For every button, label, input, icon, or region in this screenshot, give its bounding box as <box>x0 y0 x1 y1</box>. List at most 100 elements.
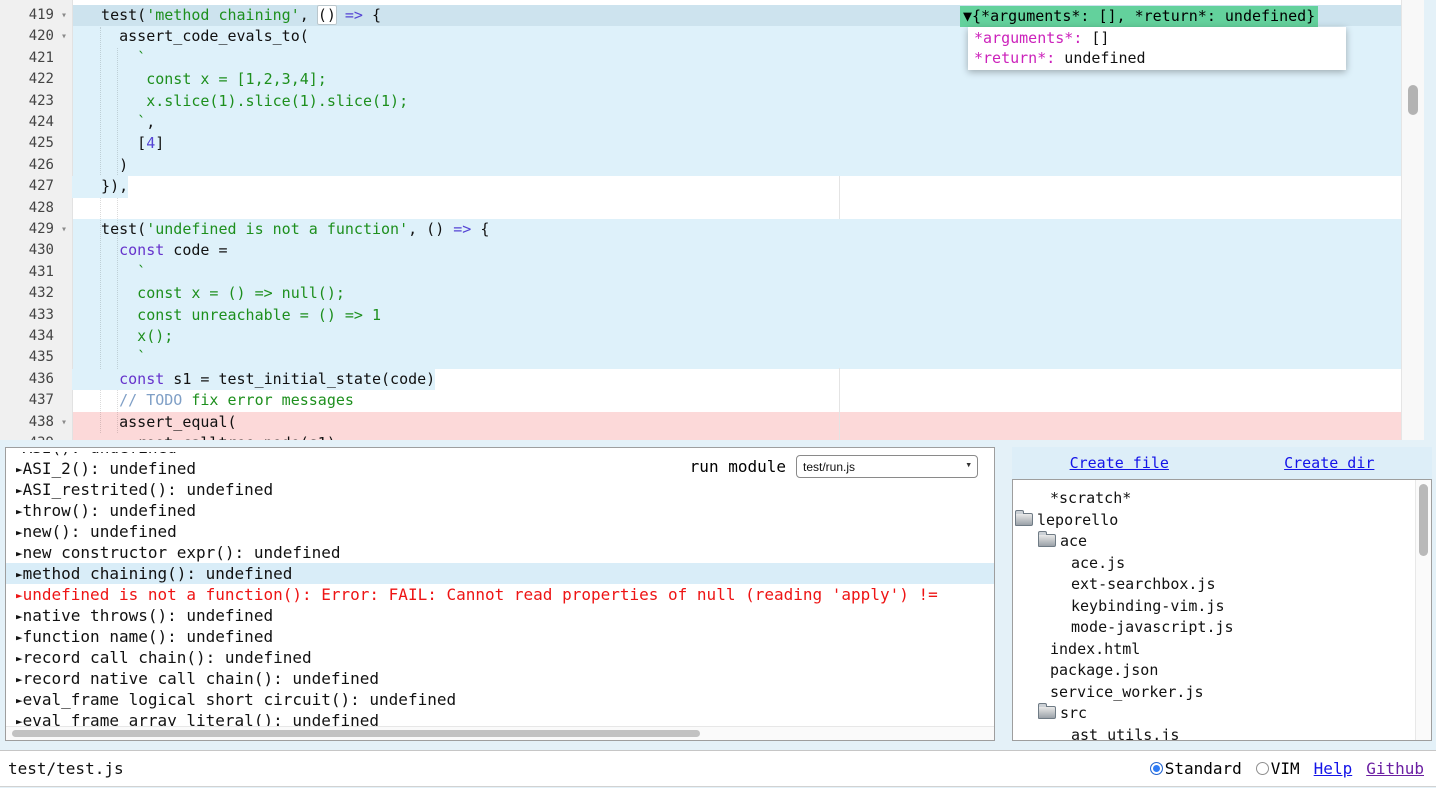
expand-arrow-icon[interactable]: ► <box>16 610 23 623</box>
code-line[interactable]: [4] <box>72 133 164 154</box>
code-line[interactable]: ` <box>72 347 146 368</box>
code-line[interactable]: assert_code_evals_to( <box>72 26 309 47</box>
code-line[interactable]: }), <box>72 176 128 197</box>
code-line[interactable]: test('method chaining', () => { <box>72 5 381 26</box>
expand-arrow-icon[interactable]: ► <box>16 547 23 560</box>
console-log-entry[interactable]: ►new constructor expr(): undefined <box>6 542 994 563</box>
console-hscrollbar[interactable] <box>6 726 994 740</box>
radio-standard-icon[interactable] <box>1150 762 1163 775</box>
code-token-plain: , () <box>408 220 453 238</box>
tree-folder-row[interactable]: src <box>1013 703 1415 725</box>
fold-toggle-icon[interactable]: ▾ <box>57 412 71 433</box>
code-token-plain: { <box>471 220 489 238</box>
console-log-entry[interactable]: ►eval_frame logical short circuit(): und… <box>6 689 994 710</box>
console-log-entry[interactable]: ►throw(): undefined <box>6 500 994 521</box>
github-link[interactable]: Github <box>1366 759 1424 778</box>
tree-item-label: package.json <box>1050 661 1158 679</box>
eval-result-summary[interactable]: ▼{*arguments*: [], *return*: undefined} <box>960 6 1318 27</box>
console-log-entry[interactable]: ►ASI_restrited(): undefined <box>6 479 994 500</box>
expand-arrow-icon[interactable]: ► <box>16 505 23 518</box>
tree-file-row[interactable]: ace.js <box>1013 553 1415 575</box>
code-token-plain: , <box>146 113 155 131</box>
code-line[interactable]: root_calltree_node(s1) <box>72 433 336 440</box>
run-module-select[interactable]: test/run.js <box>796 455 978 478</box>
console-log-entry[interactable]: ►undefined is not a function(): Error: F… <box>6 584 994 605</box>
line-number: 439 <box>0 433 54 440</box>
code-token-plain: ] <box>155 134 164 152</box>
code-line[interactable] <box>72 198 83 219</box>
tree-file-row[interactable]: service_worker.js <box>1013 682 1415 704</box>
line-number: 435 <box>0 347 54 368</box>
tree-item-label: ast_utils.js <box>1071 726 1179 742</box>
executed-range-highlight <box>72 326 1402 347</box>
code-line[interactable]: const x = () => null(); <box>72 283 345 304</box>
code-line[interactable]: const unreachable = () => 1 <box>72 305 381 326</box>
code-line[interactable]: ` <box>72 48 146 69</box>
console-output-panel[interactable]: ►ASI(): undefined►ASI_2(): undefined►ASI… <box>5 447 995 741</box>
tree-item-label: src <box>1060 704 1087 722</box>
console-log-text: new constructor expr(): undefined <box>23 543 341 562</box>
expand-arrow-icon[interactable]: ► <box>16 484 23 497</box>
console-hscrollbar-thumb[interactable] <box>12 730 700 737</box>
console-log-text: ASI_2(): undefined <box>23 459 196 478</box>
code-line[interactable]: // TODO fix error messages <box>72 390 354 411</box>
code-line[interactable]: test('undefined is not a function', () =… <box>72 219 489 240</box>
tree-file-row[interactable]: ext-searchbox.js <box>1013 574 1415 596</box>
tree-folder-row[interactable]: leporello <box>1013 510 1415 532</box>
expand-arrow-icon[interactable]: ► <box>16 526 23 539</box>
tree-file-row[interactable]: ast_utils.js <box>1013 725 1415 742</box>
expand-arrow-icon[interactable]: ► <box>16 589 23 602</box>
console-log-entry[interactable]: ►new(): undefined <box>6 521 994 542</box>
code-line[interactable]: const s1 = test_initial_state(code) <box>72 369 435 390</box>
code-line[interactable]: assert_equal( <box>72 412 237 433</box>
expand-arrow-icon[interactable]: ► <box>16 673 23 686</box>
help-link[interactable]: Help <box>1314 759 1353 778</box>
console-log-entry[interactable]: ►record call chain(): undefined <box>6 647 994 668</box>
expand-arrow-icon[interactable]: ► <box>16 463 23 476</box>
code-line[interactable]: const code = <box>72 240 228 261</box>
tree-folder-row[interactable]: ace <box>1013 531 1415 553</box>
editor-scrollbar-thumb[interactable] <box>1408 85 1418 115</box>
fold-toggle-icon[interactable]: ▾ <box>57 26 71 47</box>
eval-result-entry[interactable]: *arguments*: [] <box>974 28 1346 48</box>
file-tree-scrollbar-thumb[interactable] <box>1419 484 1428 556</box>
tree-file-row[interactable]: *scratch* <box>1013 488 1415 510</box>
eval-result-entry[interactable]: *return*: undefined <box>974 48 1346 68</box>
tree-file-row[interactable]: keybinding-vim.js <box>1013 596 1415 618</box>
console-log-text: record native call chain(): undefined <box>23 669 379 688</box>
code-line[interactable]: ) <box>72 155 128 176</box>
expand-arrow-icon[interactable]: ► <box>16 568 23 581</box>
code-line[interactable]: const x = [1,2,3,4]; <box>72 69 327 90</box>
fold-toggle-icon[interactable]: ▾ <box>57 5 71 26</box>
console-log-entry[interactable]: ►function name(): undefined <box>6 626 994 647</box>
code-line[interactable]: `, <box>72 112 155 133</box>
radio-vim-icon[interactable] <box>1256 762 1269 775</box>
console-log-entry[interactable]: ►eval_frame array_literal(): undefined <box>6 710 994 726</box>
expand-arrow-icon[interactable]: ► <box>16 715 23 726</box>
file-tree-panel[interactable]: *scratch* leporelloaceace.jsext-searchbox… <box>1012 479 1432 741</box>
tree-file-row[interactable]: package.json <box>1013 660 1415 682</box>
file-tree-scrollbar[interactable] <box>1415 480 1431 740</box>
line-number-gutter[interactable]: 419▾420▾421422423424425426427428429▾4304… <box>0 0 73 440</box>
keybinding-standard-option[interactable]: Standard <box>1150 759 1242 778</box>
code-line[interactable]: ` <box>72 262 146 283</box>
code-line[interactable]: x.slice(1).slice(1).slice(1); <box>72 91 408 112</box>
expand-arrow-icon[interactable]: ► <box>16 694 23 707</box>
tree-file-row[interactable]: mode-javascript.js <box>1013 617 1415 639</box>
code-line[interactable]: x(); <box>72 326 173 347</box>
console-log-entry[interactable]: ►method chaining(): undefined <box>6 563 994 584</box>
create-file-link[interactable]: Create file <box>1070 454 1169 472</box>
console-log-entry[interactable]: ►native throws(): undefined <box>6 605 994 626</box>
tree-file-row[interactable]: index.html <box>1013 639 1415 661</box>
executed-range-highlight <box>72 240 1402 261</box>
expand-arrow-icon[interactable]: ► <box>16 452 23 455</box>
create-dir-link[interactable]: Create dir <box>1284 454 1374 472</box>
expand-arrow-icon[interactable]: ► <box>16 631 23 644</box>
tree-item-label: *scratch* <box>1050 489 1131 507</box>
editor-scrollbar[interactable] <box>1401 0 1424 440</box>
console-log-entry[interactable]: ►record native call chain(): undefined <box>6 668 994 689</box>
expand-arrow-icon[interactable]: ► <box>16 652 23 665</box>
fold-toggle-icon[interactable]: ▾ <box>57 219 71 240</box>
eval-result-expanded: *arguments*: []*return*: undefined <box>968 27 1346 70</box>
keybinding-vim-option[interactable]: VIM <box>1256 759 1300 778</box>
